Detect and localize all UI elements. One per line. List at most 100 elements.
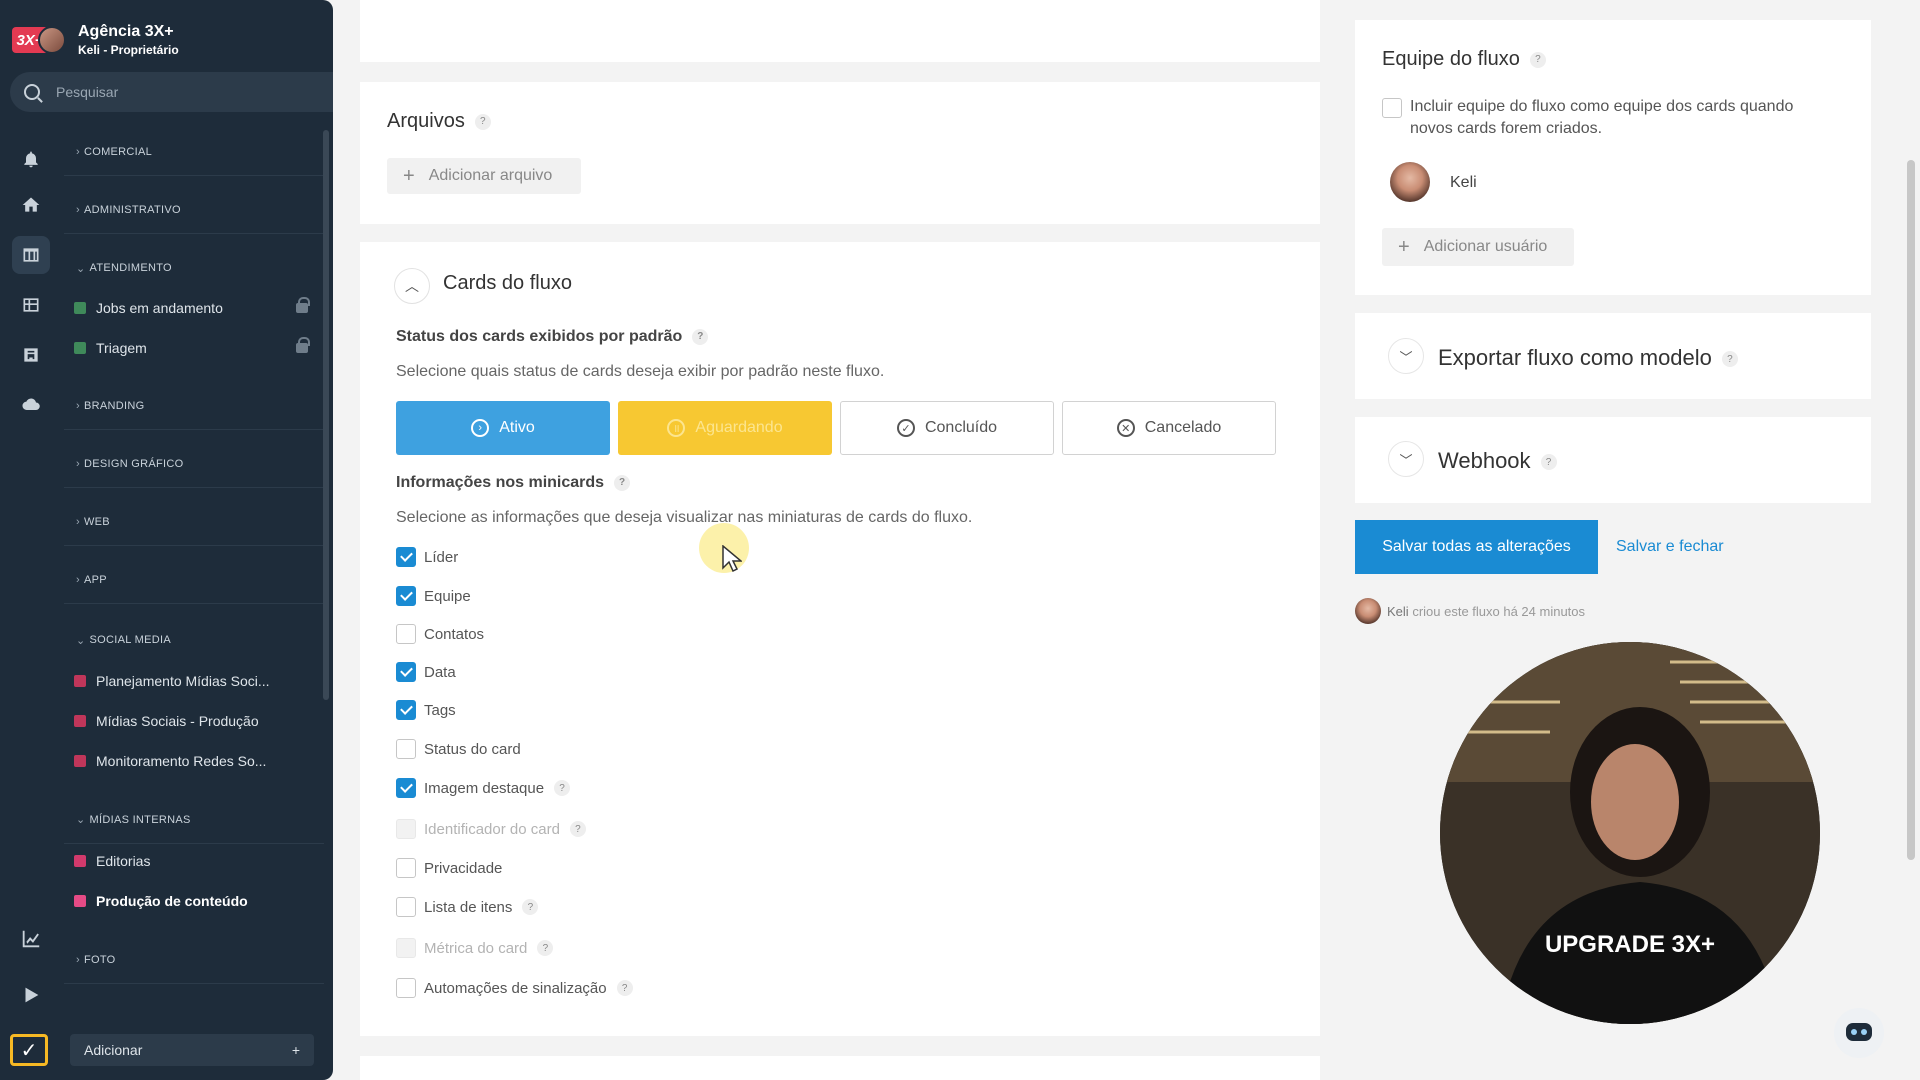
checkbox[interactable] xyxy=(1382,98,1402,118)
export-title-text: Exportar fluxo como modelo xyxy=(1438,345,1712,370)
section-foto[interactable]: › FOTO xyxy=(64,936,324,984)
sidebar-add-button[interactable]: Adicionar + xyxy=(70,1034,314,1066)
help-icon[interactable]: ? xyxy=(692,328,709,345)
section-label: FOTO xyxy=(83,953,116,966)
section-midias-internas[interactable]: ⌄ MÍDIAS INTERNAS xyxy=(64,796,324,844)
export-title: Exportar fluxo como modelo? xyxy=(1438,345,1738,371)
help-icon[interactable]: ? xyxy=(474,113,491,130)
section-design-grafico[interactable]: › DESIGN GRÁFICO xyxy=(64,440,324,488)
sidebar-scrollbar[interactable] xyxy=(323,130,329,700)
checkbox[interactable] xyxy=(396,586,416,606)
page-scrollbar[interactable] xyxy=(1907,160,1915,860)
help-icon[interactable]: ? xyxy=(1529,51,1546,68)
sidebar-search[interactable]: Pesquisar xyxy=(10,72,333,112)
status-concluido-button[interactable]: ✓ Concluído xyxy=(840,401,1054,455)
save-and-close-link[interactable]: Salvar e fechar xyxy=(1616,538,1724,556)
sidebar-item-midias-producao[interactable]: Mídias Sociais - Produção xyxy=(74,706,314,736)
help-icon[interactable]: ? xyxy=(616,980,633,996)
section-social-media[interactable]: ⌄ SOCIAL MEDIA xyxy=(64,616,324,664)
add-file-button[interactable]: + Adicionar arquivo xyxy=(387,158,581,194)
section-label: ADMINISTRATIVO xyxy=(83,203,181,216)
creator-avatar xyxy=(1355,598,1381,624)
sidebar-item-monitoramento[interactable]: Monitoramento Redes So... xyxy=(74,746,314,776)
section-app[interactable]: › APP xyxy=(64,556,324,604)
chevron-down-icon: ﹀ xyxy=(1399,349,1413,365)
flow-icon xyxy=(74,715,86,727)
section-web[interactable]: › WEB xyxy=(64,498,324,546)
option-tags[interactable]: Tags xyxy=(396,699,456,721)
option-lider[interactable]: Líder xyxy=(396,546,458,568)
cards-title: Cards do fluxo xyxy=(443,272,572,294)
help-icon[interactable]: ? xyxy=(537,940,554,956)
list-icon[interactable] xyxy=(12,286,50,324)
expand-export-button[interactable]: ﹀ xyxy=(1388,338,1424,374)
bell-icon[interactable] xyxy=(12,140,50,178)
checkbox[interactable] xyxy=(396,624,416,644)
play-icon[interactable] xyxy=(20,984,42,1006)
checkbox[interactable] xyxy=(396,700,416,720)
chatbot-icon[interactable] xyxy=(1834,1008,1884,1058)
option-data[interactable]: Data xyxy=(396,661,456,683)
option-imagem-destaque[interactable]: Imagem destaque? xyxy=(396,777,571,799)
option-lista-de-itens[interactable]: Lista de itens? xyxy=(396,896,539,918)
help-icon[interactable]: ? xyxy=(569,821,586,837)
help-icon[interactable]: ? xyxy=(614,474,631,491)
chevron-right-icon: › xyxy=(76,203,80,216)
help-icon[interactable]: ? xyxy=(1540,454,1557,471)
help-icon[interactable]: ? xyxy=(554,780,571,796)
checkbox[interactable] xyxy=(396,739,416,759)
option-automacoes[interactable]: Automações de sinalização? xyxy=(396,977,633,999)
flow-icon xyxy=(74,342,86,354)
add-file-label: Adicionar arquivo xyxy=(428,167,553,184)
option-label: Identificador do card xyxy=(424,820,560,838)
include-team-option[interactable]: Incluir equipe do fluxo como equipe dos … xyxy=(1382,96,1822,140)
sidebar-item-jobs[interactable]: Jobs em andamento xyxy=(74,293,314,323)
sidebar-item-label: Produção de conteúdo xyxy=(96,893,248,909)
database-icon[interactable] xyxy=(12,336,50,374)
member-name: Keli xyxy=(1450,174,1477,191)
expand-webhook-button[interactable]: ﹀ xyxy=(1388,441,1424,477)
section-administrativo[interactable]: › ADMINISTRATIVO xyxy=(64,186,324,234)
app-logo-icon[interactable]: ✓ xyxy=(10,1034,48,1066)
checkbox[interactable] xyxy=(396,662,416,682)
status-aguardando-button[interactable]: ॥ Aguardando xyxy=(618,401,832,455)
cloud-icon[interactable] xyxy=(12,386,50,424)
search-placeholder: Pesquisar xyxy=(56,84,119,100)
checkbox[interactable] xyxy=(396,978,416,998)
status-cancelado-button[interactable]: ✕ Cancelado xyxy=(1062,401,1276,455)
section-comercial[interactable]: › COMERCIAL xyxy=(64,128,324,176)
chart-icon[interactable] xyxy=(20,928,42,950)
collapse-cards-button[interactable]: ︿ xyxy=(394,268,430,304)
chevron-right-icon: › xyxy=(76,399,80,412)
add-user-button[interactable]: + Adicionar usuário xyxy=(1382,228,1574,266)
option-equipe[interactable]: Equipe xyxy=(396,585,471,607)
option-label: Privacidade xyxy=(424,859,503,877)
status-ativo-button[interactable]: › Ativo xyxy=(396,401,610,455)
chevron-up-icon: ︿ xyxy=(405,278,419,294)
option-privacidade[interactable]: Privacidade xyxy=(396,857,502,879)
option-metrica: Métrica do card? xyxy=(396,937,554,959)
help-icon[interactable]: ? xyxy=(1721,351,1738,368)
option-identificador: Identificador do card? xyxy=(396,818,586,840)
option-contatos[interactable]: Contatos xyxy=(396,623,484,645)
option-status-do-card[interactable]: Status do card xyxy=(396,738,521,760)
chevron-right-icon: › xyxy=(76,457,80,470)
save-all-button[interactable]: Salvar todas as alterações xyxy=(1355,520,1598,574)
checkbox[interactable] xyxy=(396,547,416,567)
option-label: Imagem destaque xyxy=(424,779,545,797)
brand-text: Agência 3X+ Keli - Proprietário xyxy=(78,23,179,57)
brand-header[interactable]: 3X+ Agência 3X+ Keli - Proprietário xyxy=(12,18,179,62)
home-icon[interactable] xyxy=(12,186,50,224)
checkbox[interactable] xyxy=(396,858,416,878)
sidebar-item-planejamento[interactable]: Planejamento Mídias Soci... xyxy=(74,666,314,696)
board-icon[interactable] xyxy=(12,236,50,274)
sidebar-item-editorias[interactable]: Editorias xyxy=(74,846,314,876)
section-branding[interactable]: › BRANDING xyxy=(64,382,324,430)
sidebar-item-producao-conteudo[interactable]: Produção de conteúdo xyxy=(74,886,314,916)
checkbox[interactable] xyxy=(396,778,416,798)
user-role: Keli - Proprietário xyxy=(78,43,179,57)
sidebar-item-triagem[interactable]: Triagem xyxy=(74,333,314,363)
help-icon[interactable]: ? xyxy=(522,899,539,915)
section-atendimento[interactable]: ⌄ ATENDIMENTO xyxy=(64,244,324,292)
checkbox[interactable] xyxy=(396,897,416,917)
